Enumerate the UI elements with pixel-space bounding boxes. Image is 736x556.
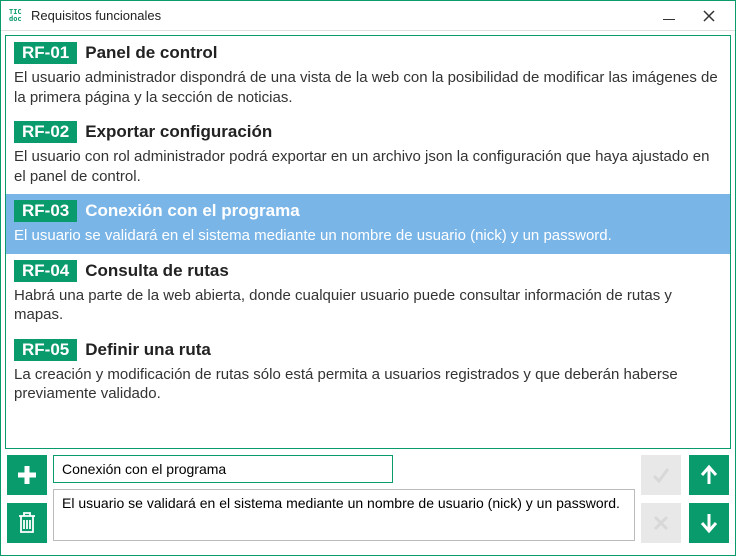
- requirement-desc: El usuario se validará en el sistema med…: [14, 226, 722, 246]
- window-title: Requisitos funcionales: [31, 8, 649, 23]
- requirement-desc: El usuario con rol administrador podrá e…: [14, 147, 722, 186]
- check-icon: [650, 464, 672, 486]
- arrow-up-icon: [699, 464, 719, 486]
- description-input[interactable]: [53, 489, 635, 541]
- title-input[interactable]: [53, 455, 393, 483]
- move-down-button[interactable]: [689, 503, 729, 543]
- requirement-item-selected[interactable]: RF-03 Conexión con el programa El usuari…: [6, 194, 730, 254]
- plus-icon: [15, 463, 39, 487]
- delete-button[interactable]: [7, 503, 47, 543]
- add-button[interactable]: [7, 455, 47, 495]
- requirement-code: RF-02: [14, 121, 77, 143]
- move-up-button[interactable]: [689, 455, 729, 495]
- requirement-desc: Habrá una parte de la web abierta, donde…: [14, 286, 722, 325]
- editor-panel: [1, 449, 735, 549]
- requirement-item[interactable]: RF-01 Panel de control El usuario admini…: [6, 36, 730, 115]
- requirement-item[interactable]: RF-04 Consulta de rutas Habrá una parte …: [6, 254, 730, 333]
- requirement-title: Definir una ruta: [85, 340, 211, 360]
- close-button[interactable]: [689, 2, 729, 30]
- titlebar: TIC doc Requisitos funcionales: [1, 1, 735, 31]
- requirement-desc: El usuario administrador dispondrá de un…: [14, 68, 722, 107]
- requirement-code: RF-05: [14, 339, 77, 361]
- requirement-title: Conexión con el programa: [85, 201, 299, 221]
- x-icon: [651, 513, 671, 533]
- minimize-button[interactable]: [649, 2, 689, 30]
- confirm-button[interactable]: [641, 455, 681, 495]
- arrow-down-icon: [699, 512, 719, 534]
- requirement-item[interactable]: RF-05 Definir una ruta La creación y mod…: [6, 333, 730, 412]
- requirement-code: RF-04: [14, 260, 77, 282]
- requirement-item[interactable]: RF-02 Exportar configuración El usuario …: [6, 115, 730, 194]
- minimize-icon: [663, 19, 675, 20]
- close-icon: [703, 10, 715, 22]
- requirement-code: RF-03: [14, 200, 77, 222]
- trash-icon: [16, 511, 38, 535]
- requirements-list: RF-01 Panel de control El usuario admini…: [5, 35, 731, 449]
- requirement-code: RF-01: [14, 42, 77, 64]
- requirement-title: Consulta de rutas: [85, 261, 229, 281]
- requirement-desc: La creación y modificación de rutas sólo…: [14, 365, 722, 404]
- requirement-title: Panel de control: [85, 43, 217, 63]
- cancel-button[interactable]: [641, 503, 681, 543]
- app-icon: TIC doc: [9, 8, 25, 24]
- requirement-title: Exportar configuración: [85, 122, 272, 142]
